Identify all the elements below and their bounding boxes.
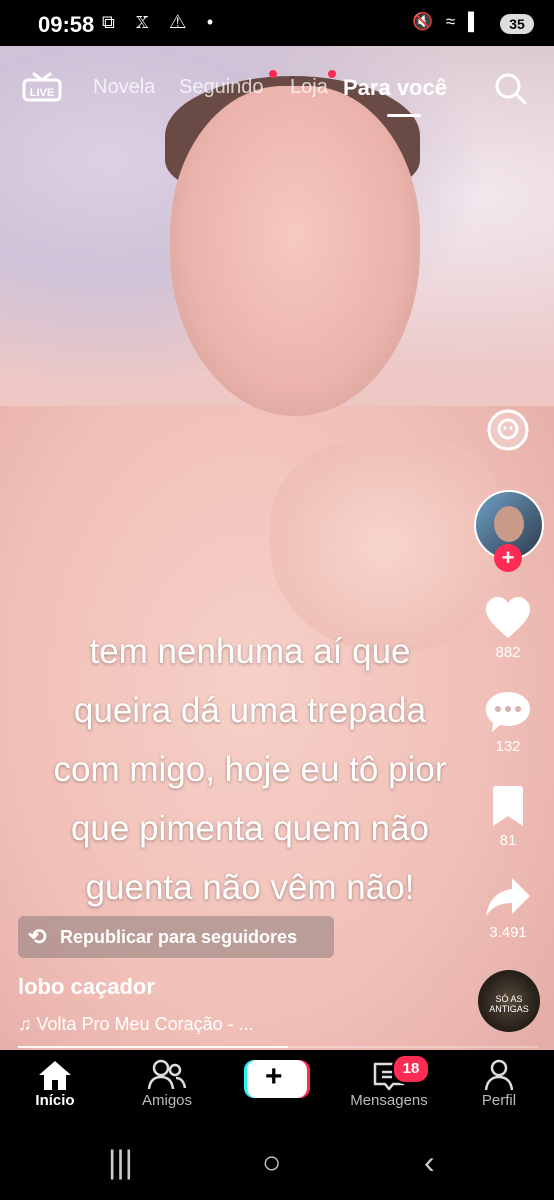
creator-username[interactable]: lobo caçador	[18, 974, 155, 1000]
music-title[interactable]: ♫ Volta Pro Meu Coração - ...	[18, 1014, 254, 1035]
bookmark-icon	[493, 786, 523, 826]
video-caption: tem nenhuma aí que queira dá uma trepada…	[0, 622, 500, 917]
loja-notification-dot	[328, 70, 336, 78]
caption-line: queira dá uma trepada	[73, 691, 427, 730]
nav-amigos-label: Amigos	[141, 1092, 193, 1109]
avatar-photo	[494, 506, 524, 542]
nav-amigos[interactable]: Amigos	[112, 1058, 222, 1109]
video-subject-hand	[270, 441, 500, 651]
seguindo-notification-dot	[269, 70, 277, 78]
share-button[interactable]: 3.491	[470, 876, 546, 941]
comment-count: 132	[495, 738, 521, 755]
messages-badge: 18	[392, 1054, 430, 1084]
status-bar: 09:58 ⧉ 𝕏 ⚠ • 🔇 ≈ ▌ 35	[0, 0, 554, 46]
repost-icon: ⟲	[28, 924, 47, 949]
system-nav-bar: ||| ○ ‹	[0, 1130, 554, 1200]
search-icon[interactable]	[494, 72, 528, 106]
back-button[interactable]: ‹	[424, 1144, 435, 1181]
live-label: LIVE	[30, 87, 54, 99]
comment-button[interactable]: 132	[470, 690, 546, 755]
nav-perfil-label: Perfil	[481, 1092, 517, 1109]
recents-button[interactable]: |||	[108, 1144, 133, 1181]
create-plus-icon: +	[265, 1060, 283, 1093]
caption-line: guenta não vêm não!	[85, 868, 415, 907]
status-notification-icons: ⧉ 𝕏 ⚠ •	[102, 12, 222, 32]
tab-loja[interactable]: Loja	[290, 76, 328, 99]
follow-button[interactable]: +	[494, 544, 522, 572]
repost-label: Republicar para seguidores	[60, 927, 298, 947]
like-count: 882	[495, 644, 521, 661]
repost-button[interactable]: ⟲ Republicar para seguidores	[18, 916, 334, 958]
create-button[interactable]: +	[244, 1058, 310, 1100]
music-disc-icon[interactable]: SÓ AS ANTIGAS	[478, 970, 540, 1032]
home-button[interactable]: ○	[262, 1144, 281, 1181]
bottom-nav: Início Amigos + Mensagens 18 Perfil	[0, 1050, 554, 1130]
tab-para-voce[interactable]: Para você	[343, 75, 447, 101]
save-button[interactable]: 81	[470, 784, 546, 849]
video-progress-fill	[18, 1046, 289, 1048]
caption-line: que pimenta quem não	[70, 809, 430, 848]
comment-icon	[486, 692, 530, 732]
video-subject-face	[170, 86, 420, 416]
save-count: 81	[499, 832, 517, 849]
active-tab-indicator	[387, 114, 421, 117]
tab-seguindo[interactable]: Seguindo	[179, 76, 264, 99]
heart-icon	[486, 597, 530, 638]
home-icon	[0, 1058, 110, 1092]
live-icon[interactable]: LIVE	[22, 70, 62, 102]
nav-mensagens-label: Mensagens	[350, 1092, 428, 1109]
disc-label: SÓ AS ANTIGAS	[489, 994, 529, 1014]
share-icon	[486, 878, 530, 916]
tab-novela[interactable]: Novela	[93, 76, 155, 99]
nav-inicio-label: Início	[35, 1092, 75, 1109]
profile-icon	[444, 1058, 554, 1092]
caption-line: tem nenhuma aí que	[89, 632, 411, 671]
video-progress-bar[interactable]	[18, 1046, 538, 1048]
nav-inicio[interactable]: Início	[0, 1058, 110, 1109]
status-time: 09:58	[38, 12, 95, 37]
caption-line: com migo, hoje eu tô pior	[53, 750, 447, 789]
like-button[interactable]: 882	[470, 596, 546, 661]
friends-icon	[112, 1058, 222, 1092]
share-count: 3.491	[489, 924, 527, 941]
status-system-icons: 🔇 ≈ ▌	[412, 12, 484, 31]
battery-icon: 35	[500, 14, 534, 34]
effect-icon[interactable]	[470, 408, 546, 456]
nav-perfil[interactable]: Perfil	[444, 1058, 554, 1109]
top-nav: LIVE Novela Seguindo Loja Para você	[0, 60, 554, 120]
